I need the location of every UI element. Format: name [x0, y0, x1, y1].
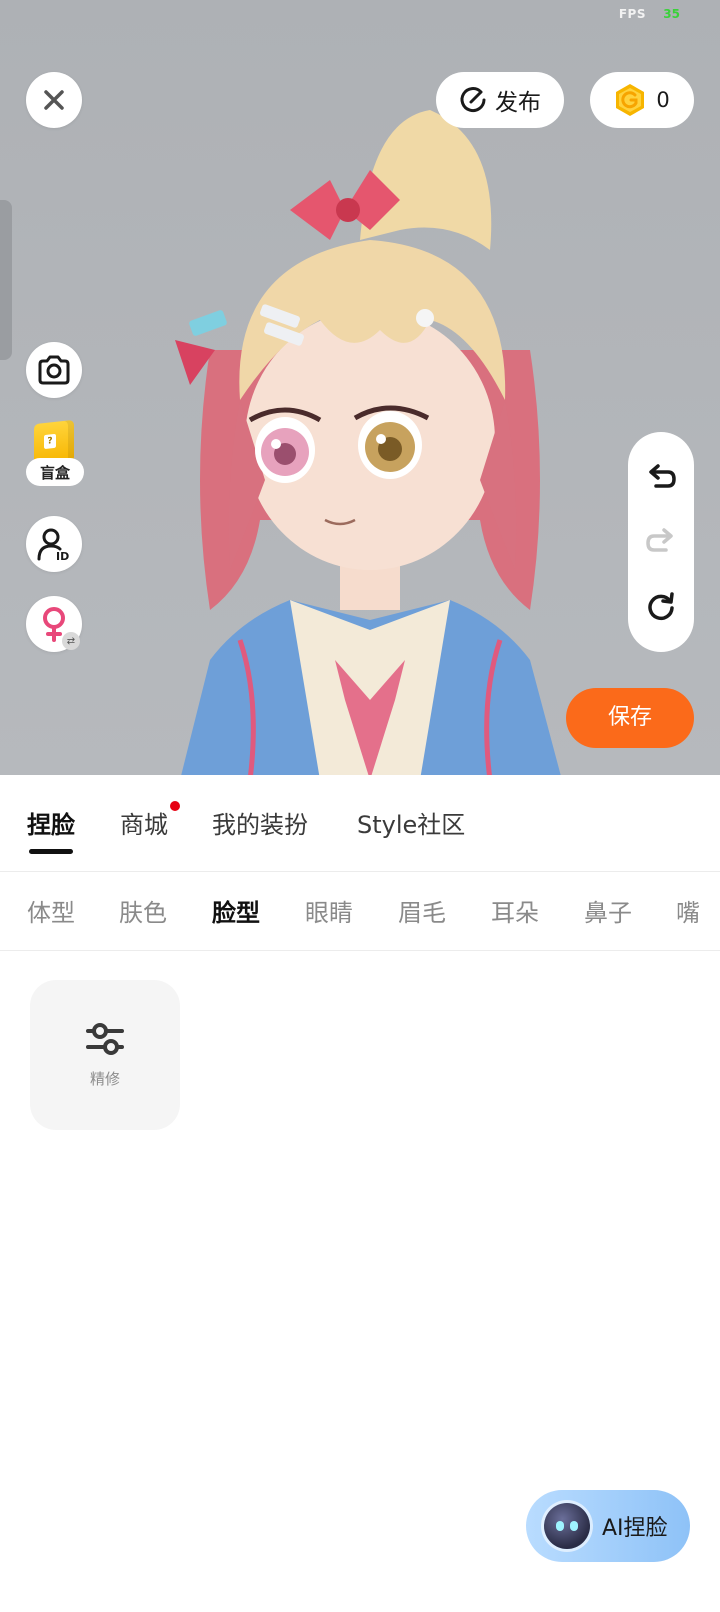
- undo-button[interactable]: [641, 458, 681, 498]
- close-button[interactable]: [26, 72, 82, 128]
- tab-my-outfits[interactable]: 我的装扮: [212, 805, 308, 840]
- subtab-skin-color[interactable]: 肤色: [119, 893, 167, 928]
- tab-face-edit-label: 捏脸: [27, 811, 75, 839]
- divider: [0, 871, 720, 872]
- editor-panel: 捏脸 商城 我的装扮 Style社区 体型 肤色 脸型 眼睛 眉毛 耳朵 鼻子 …: [0, 775, 720, 1612]
- sliders-icon: [86, 1022, 124, 1055]
- coin-balance-button[interactable]: 0: [590, 72, 694, 128]
- reset-button[interactable]: [641, 586, 681, 626]
- avatar-stage[interactable]: FPS 35 发布 0 ? 盲盒 ID ⇄ 保存: [0, 0, 720, 775]
- subtab-ears[interactable]: 耳朵: [491, 893, 539, 928]
- ai-face-label: AI捏脸: [602, 1516, 668, 1541]
- blind-box-label: 盲盒: [26, 458, 84, 486]
- redo-icon: [646, 528, 673, 552]
- fps-value: 35: [663, 7, 680, 21]
- subtab-body-shape[interactable]: 体型: [27, 893, 75, 928]
- tab-my-outfits-label: 我的装扮: [212, 811, 308, 839]
- save-button[interactable]: 保存: [566, 688, 694, 748]
- publish-label: 发布: [495, 90, 541, 116]
- camera-icon: [38, 355, 70, 385]
- blind-box-button[interactable]: ? 盲盒: [26, 419, 86, 494]
- tab-shop-label: 商城: [120, 811, 168, 839]
- subtab-face-shape[interactable]: 脸型: [212, 893, 260, 928]
- gender-switch-button[interactable]: ⇄: [26, 596, 82, 652]
- close-icon: [44, 90, 64, 110]
- subtab-eyes[interactable]: 眼睛: [305, 893, 353, 928]
- divider: [0, 950, 720, 951]
- avatar-character[interactable]: [170, 100, 570, 775]
- tab-style-community[interactable]: Style社区: [357, 805, 465, 840]
- reset-icon: [648, 592, 674, 621]
- camera-button[interactable]: [26, 342, 82, 398]
- coin-icon: [616, 84, 645, 116]
- swap-icon: ⇄: [62, 632, 80, 650]
- notification-dot: [170, 801, 180, 811]
- tab-shop[interactable]: 商城: [120, 801, 180, 840]
- history-panel: [628, 432, 694, 652]
- tab-style-community-label: Style社区: [357, 811, 466, 839]
- fps-label: FPS: [618, 7, 646, 21]
- svg-text:ID: ID: [56, 550, 69, 561]
- refine-option-tile[interactable]: 精修: [30, 980, 180, 1130]
- side-drawer-handle[interactable]: [0, 200, 12, 360]
- main-tab-bar: 捏脸 商城 我的装扮 Style社区: [0, 775, 720, 871]
- ai-robot-icon: [544, 1503, 590, 1549]
- redo-button[interactable]: [641, 522, 681, 562]
- subtab-eyebrows[interactable]: 眉毛: [398, 893, 446, 928]
- subtab-nose[interactable]: 鼻子: [584, 893, 632, 928]
- undo-icon: [649, 464, 676, 488]
- coin-count: 0: [656, 88, 670, 112]
- user-id-icon: ID: [37, 528, 69, 561]
- publish-button[interactable]: 发布: [436, 72, 564, 128]
- active-tab-indicator: [29, 849, 73, 854]
- tab-face-edit[interactable]: 捏脸: [27, 805, 75, 854]
- ai-face-button[interactable]: AI捏脸: [526, 1490, 690, 1562]
- user-id-button[interactable]: ID: [26, 516, 82, 572]
- publish-icon: [460, 87, 486, 113]
- subtab-mouth[interactable]: 嘴: [676, 893, 700, 928]
- refine-option-label: 精修: [89, 1069, 120, 1088]
